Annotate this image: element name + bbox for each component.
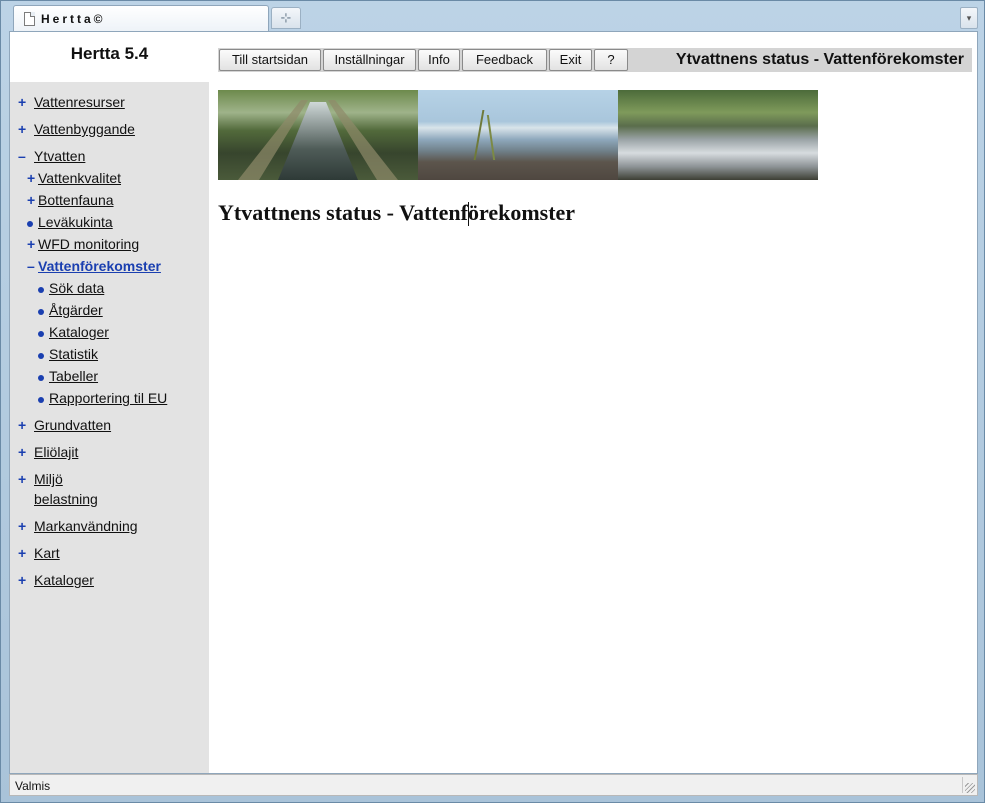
- tab-title: Hertta©: [41, 11, 106, 26]
- sidebar-item-label[interactable]: Rapportering til EU: [49, 390, 167, 406]
- sidebar: Hertta 5.4 + Vattenresurser + Vattenbyggand…: [10, 32, 209, 773]
- expand-icon: +: [18, 545, 27, 561]
- bullet-icon: [38, 302, 49, 318]
- sidebar-item-label[interactable]: Ytvatten: [34, 148, 85, 164]
- expand-icon: +: [18, 572, 27, 588]
- info-button[interactable]: Info: [418, 49, 460, 71]
- sidebar-item-label[interactable]: Vattenkvalitet: [38, 170, 121, 186]
- expand-icon: +: [27, 170, 36, 186]
- app-title-box: Hertta 5.4: [10, 32, 209, 82]
- sidebar-item[interactable]: Rapportering til EU: [38, 390, 167, 406]
- expand-icon: +: [27, 192, 36, 208]
- sidebar-item-label[interactable]: Leväkukinta: [38, 214, 113, 230]
- tab-list-button[interactable]: ▾: [960, 7, 978, 29]
- expand-icon: +: [18, 471, 27, 487]
- sidebar-item-label-line[interactable]: belastning: [34, 491, 98, 507]
- expand-icon: +: [27, 236, 36, 252]
- resize-grip-icon[interactable]: [965, 783, 975, 793]
- tab-strip: Hertta© ⊹ ▾: [9, 5, 978, 31]
- feedback-button[interactable]: Feedback: [462, 49, 547, 71]
- sidebar-item[interactable]: – Ytvatten: [18, 148, 85, 164]
- expand-icon: +: [18, 518, 27, 534]
- sidebar-item[interactable]: Leväkukinta: [27, 214, 113, 230]
- bullet-icon: [27, 214, 38, 230]
- sidebar-item[interactable]: + Kart: [18, 545, 60, 561]
- sidebar-item[interactable]: + Kataloger: [18, 572, 94, 588]
- sidebar-item-label-line[interactable]: Miljö: [34, 471, 63, 487]
- sidebar-item[interactable]: Sök data: [38, 280, 104, 296]
- page-heading: Ytvattnens status - Vattenförekomster: [218, 200, 576, 225]
- sidebar-item[interactable]: Statistik: [38, 346, 98, 362]
- sidebar-item-label[interactable]: Bottenfauna: [38, 192, 114, 208]
- top-toolbar: Till startsidan Inställningar Info Feedb…: [218, 48, 972, 72]
- text-caret: [468, 202, 469, 226]
- sidebar-item-label[interactable]: Vattenförekomster: [38, 258, 161, 274]
- sidebar-item[interactable]: + Vattenresurser: [18, 94, 125, 110]
- browser-tab[interactable]: Hertta©: [13, 5, 269, 31]
- settings-button[interactable]: Inställningar: [323, 49, 416, 71]
- bullet-icon: [38, 368, 49, 384]
- sidebar-item-label[interactable]: Åtgärder: [49, 302, 103, 318]
- page-header-title: Ytvattnens status - Vattenförekomster: [675, 51, 964, 68]
- sidebar-item-label[interactable]: Sök data: [49, 280, 104, 296]
- sidebar-item-label[interactable]: Kataloger: [34, 572, 94, 588]
- sidebar-item[interactable]: + Grundvatten: [18, 417, 111, 433]
- sidebar-item-label[interactable]: Kart: [34, 545, 60, 561]
- sidebar-item[interactable]: + Markanvändning: [18, 518, 138, 534]
- bullet-icon: [38, 324, 49, 340]
- sidebar-item-label[interactable]: WFD monitoring: [38, 236, 139, 252]
- browser-window: Hertta© ⊹ ▾ Hertta 5.4 + Vattenresurser + V…: [0, 0, 985, 803]
- new-tab-button[interactable]: ⊹: [271, 7, 301, 29]
- lake-photo: [418, 90, 618, 180]
- exit-button[interactable]: Exit: [549, 49, 592, 71]
- home-button[interactable]: Till startsidan: [219, 49, 321, 71]
- expand-icon: +: [18, 121, 27, 137]
- river-photo: [618, 90, 818, 180]
- sidebar-item[interactable]: Åtgärder: [38, 302, 103, 318]
- sidebar-item-label[interactable]: Markanvändning: [34, 518, 138, 534]
- sidebar-item-label[interactable]: Grundvatten: [34, 417, 111, 433]
- sidebar-item-label[interactable]: Kataloger: [49, 324, 109, 340]
- banner: [218, 90, 818, 180]
- sidebar-item-label[interactable]: Statistik: [49, 346, 98, 362]
- sidebar-item[interactable]: + Miljö belastning: [18, 469, 98, 509]
- sidebar-item-label[interactable]: Tabeller: [49, 368, 98, 384]
- sidebar-item-label[interactable]: Vattenbyggande: [34, 121, 135, 137]
- sidebar-item[interactable]: + Eliölajit: [18, 444, 78, 460]
- bullet-icon: [38, 390, 49, 406]
- collapse-icon: –: [18, 148, 26, 164]
- app-title: Hertta 5.4: [70, 44, 149, 63]
- expand-icon: +: [18, 94, 27, 110]
- status-bar: Valmis: [9, 774, 978, 796]
- sidebar-item[interactable]: + Bottenfauna: [27, 192, 114, 208]
- sidebar-item[interactable]: – Vattenförekomster: [27, 258, 161, 274]
- sidebar-item-label[interactable]: Miljö belastning: [34, 469, 98, 509]
- bullet-icon: [38, 346, 49, 362]
- collapse-icon: –: [27, 258, 35, 274]
- sidebar-item[interactable]: Tabeller: [38, 368, 98, 384]
- page-viewport: Hertta 5.4 + Vattenresurser + Vattenbyggand…: [9, 31, 978, 774]
- expand-icon: +: [18, 444, 27, 460]
- sidebar-item-label[interactable]: Eliölajit: [34, 444, 78, 460]
- sidebar-item[interactable]: + Vattenkvalitet: [27, 170, 121, 186]
- bullet-icon: [38, 280, 49, 296]
- status-text: Valmis: [15, 779, 51, 793]
- status-divider: [962, 777, 963, 793]
- sidebar-item[interactable]: + Vattenbyggande: [18, 121, 135, 137]
- sidebar-item-label[interactable]: Vattenresurser: [34, 94, 125, 110]
- sidebar-item[interactable]: Kataloger: [38, 324, 109, 340]
- help-button[interactable]: ?: [594, 49, 628, 71]
- expand-icon: +: [18, 417, 27, 433]
- canal-photo: [218, 90, 418, 180]
- page-icon: [24, 11, 35, 26]
- sidebar-item[interactable]: + WFD monitoring: [27, 236, 139, 252]
